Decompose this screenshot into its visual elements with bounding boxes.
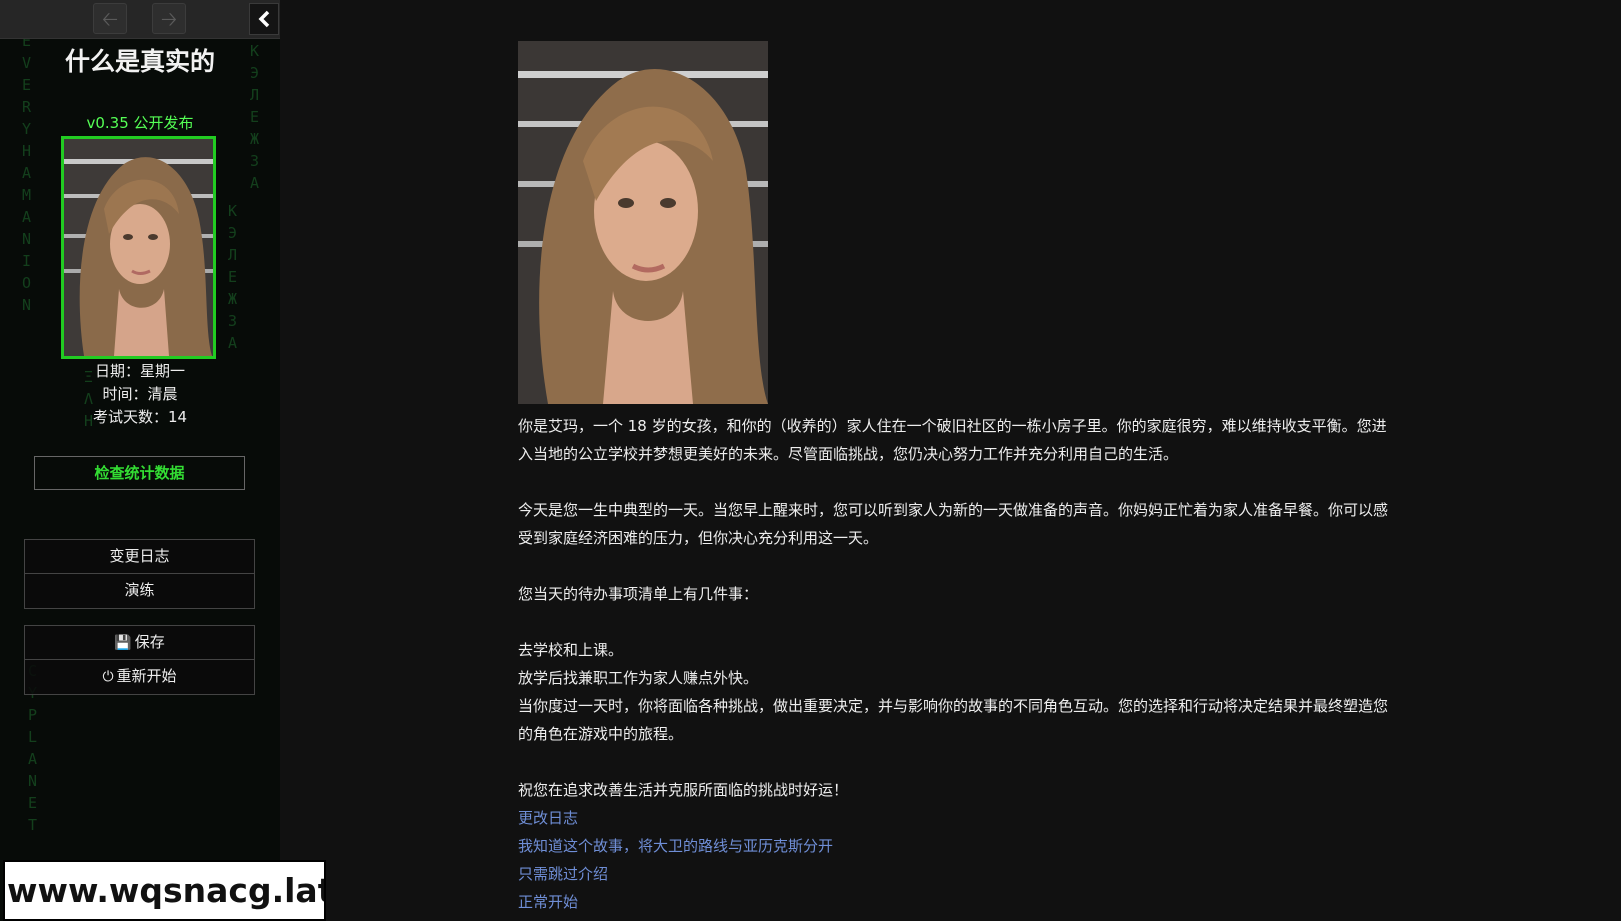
split-route-link[interactable]: 我知道这个故事，将大卫的路线与亚历克斯分开 [518,832,1388,860]
sidebar: EVERYHAMANION ΞΗ∞ΞΛΗ КЭЛЕЖЗА CYPLANET КЭ… [0,0,280,921]
watermark: www.wqsnacg.lat [3,860,326,921]
changelog-menu-button[interactable]: 变更日志 [24,539,255,574]
save-label: 保存 [134,633,165,651]
history-forward-button[interactable]: 🡢 [152,3,186,34]
date-label: 日期：星期一 [94,362,185,380]
save-menu-button[interactable]: 💾 保存 [24,625,255,660]
sidebar-topbar: 🡠 🡢 [0,0,280,39]
matrix-rain-decoration: КЭЛЕЖЗА [228,202,238,352]
todo-item: 放学后找兼职工作为家人赚点外快。 [518,669,759,687]
check-stats-button[interactable]: 检查统计数据 [34,456,245,490]
character-avatar-image [64,139,213,356]
restart-label: 重新开始 [116,667,177,685]
character-portrait [518,41,768,404]
history-back-button[interactable]: 🡠 [93,3,127,34]
arrow-right-icon: 🡢 [160,7,178,31]
story-paragraph: 今天是您一生中典型的一天。当您早上醒来时，您可以听到家人为新的一天做准备的声音。… [518,501,1389,547]
changelog-link[interactable]: 更改日志 [518,804,1388,832]
todo-item: 去学校和上课。 [518,641,624,659]
restart-menu-button[interactable]: ⏻ 重新开始 [24,660,255,695]
chevron-left-icon [258,10,270,28]
arrow-left-icon: 🡠 [101,7,119,31]
time-label: 时间：清晨 [102,385,178,403]
version-label: v0.35 公开发布 [86,114,194,132]
story-paragraph: 你是艾玛，一个 18 岁的女孩，和你的（收养的）家人住在一个破旧社区的一栋小房子… [518,417,1387,463]
floppy-disk-icon: 💾 [114,635,132,651]
story-paragraph: 当你度过一天时，你将面临各种挑战，做出重要决定，并与影响你的故事的不同角色互动。… [518,697,1389,743]
normal-start-link[interactable]: 正常开始 [518,888,1388,916]
sidebar-toggle-button[interactable] [249,3,279,35]
character-avatar [61,136,216,359]
story-passage: 你是艾玛，一个 18 岁的女孩，和你的（收养的）家人住在一个破旧社区的一栋小房子… [518,41,1388,916]
story-paragraph: 您当天的待办事项清单上有几件事： [518,585,759,603]
practice-menu-button[interactable]: 演练 [24,574,255,609]
exam-days-label: 考试天数：14 [92,408,188,426]
character-portrait-image [518,41,768,404]
skip-intro-link[interactable]: 只需跳过介绍 [518,860,1388,888]
story-paragraph: 祝您在追求改善生活并克服所面临的挑战时好运！ [518,781,849,799]
power-icon: ⏻ [102,669,114,685]
story-title: 什么是真实的 [64,47,215,76]
